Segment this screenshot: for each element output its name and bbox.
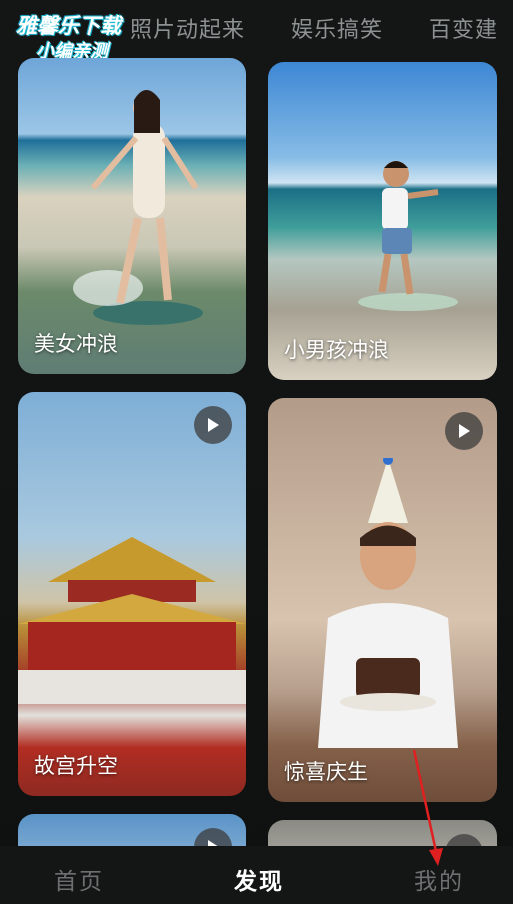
nav-mine[interactable]: 我的 (414, 862, 464, 896)
tab-transform[interactable]: 百变建 (429, 12, 498, 44)
palace-image (18, 537, 246, 704)
tab-entertainment[interactable]: 娱乐搞笑 (291, 12, 383, 44)
template-card-surfing-woman[interactable]: 美女冲浪 (18, 58, 246, 374)
play-icon (208, 418, 219, 432)
app-screen: 照片动起来 娱乐搞笑 百变建 雅馨乐下载 小编亲测 美女冲浪 小男孩冲浪 故宫升… (0, 0, 513, 904)
site-watermark: 雅馨乐下载 小编亲测 (6, 10, 156, 62)
birthday-man-image (318, 458, 458, 748)
bottom-navigation: 首页 发现 我的 (0, 846, 513, 904)
card-title: 小男孩冲浪 (284, 338, 389, 362)
card-title: 美女冲浪 (34, 332, 118, 356)
surfer-woman-image (73, 90, 203, 325)
card-title: 故宫升空 (34, 754, 118, 778)
nav-home[interactable]: 首页 (54, 862, 104, 896)
nav-discover[interactable]: 发现 (234, 862, 284, 896)
play-icon (459, 424, 470, 438)
play-button[interactable] (445, 412, 483, 450)
play-button[interactable] (194, 406, 232, 444)
template-card-birthday[interactable]: 惊喜庆生 (268, 398, 497, 802)
template-card-surfing-boy[interactable]: 小男孩冲浪 (268, 62, 497, 380)
watermark-line1: 雅馨乐下载 (16, 14, 121, 38)
template-card-forbidden-city[interactable]: 故宫升空 (18, 392, 246, 796)
card-title: 惊喜庆生 (284, 760, 368, 784)
surfer-boy-image (358, 161, 458, 311)
